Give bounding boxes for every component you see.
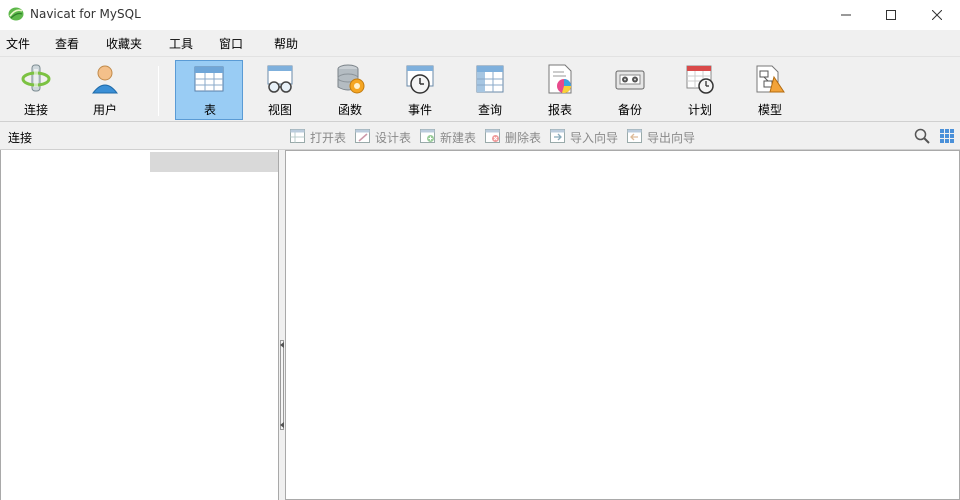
toolbar-view-button[interactable]: 视图: [246, 60, 314, 120]
event-clock-icon: [406, 65, 434, 94]
toolbar-schedule-label: 计划: [687, 103, 712, 117]
user-icon: [91, 65, 119, 94]
report-icon: [548, 64, 572, 94]
new-table-icon: [420, 129, 435, 143]
close-icon: [932, 10, 942, 20]
collapse-left-icon[interactable]: [280, 422, 284, 428]
toolbar-table-label: 表: [203, 103, 216, 117]
model-icon: [756, 65, 785, 93]
maximize-icon: [886, 10, 896, 20]
menu-bar: 文件 查看 收藏夹 工具 窗口 帮助: [0, 30, 960, 56]
open-table-icon: [290, 129, 305, 143]
toolbar-backup-button[interactable]: 备份: [596, 60, 664, 120]
connection-icon: [21, 64, 51, 92]
view-icon: [267, 65, 293, 93]
splitter-grip[interactable]: [280, 340, 284, 430]
toolbar-report-button[interactable]: 报表: [526, 60, 594, 120]
minimize-button[interactable]: [823, 0, 869, 30]
design-table-icon: [355, 129, 370, 143]
toolbar-model-button[interactable]: 模型: [736, 60, 804, 120]
title-bar: Navicat for MySQL: [0, 0, 960, 30]
search-icon[interactable]: [914, 128, 930, 144]
minimize-icon: [841, 14, 851, 16]
toolbar-view-label: 视图: [267, 103, 292, 117]
toolbar-query-label: 查询: [477, 103, 502, 117]
toolbar-connection-button[interactable]: 连接: [2, 60, 70, 120]
toolbar-model-label: 模型: [757, 103, 782, 117]
window-title: Navicat for MySQL: [30, 7, 141, 21]
menu-view[interactable]: 查看: [55, 35, 79, 52]
toolbar-function-label: 函数: [337, 103, 362, 117]
menu-window[interactable]: 窗口: [219, 35, 243, 52]
menu-favorites[interactable]: 收藏夹: [106, 35, 142, 52]
grid-view-icon[interactable]: [939, 128, 955, 144]
close-button[interactable]: [914, 0, 960, 30]
connection-tree-selection[interactable]: [150, 152, 278, 172]
export-wizard-label: 导出向导: [647, 131, 696, 145]
object-toolbar: 连接 打开表 设计表 新建表 删除表 导入向导 导出向导: [0, 122, 960, 150]
query-icon: [476, 65, 504, 93]
schedule-icon: [686, 65, 714, 94]
toolbar-backup-label: 备份: [617, 103, 642, 117]
delete-table-label: 删除表: [505, 131, 542, 145]
backup-tape-icon: [615, 70, 645, 90]
collapse-left-icon[interactable]: [280, 342, 284, 348]
menu-tools[interactable]: 工具: [169, 35, 193, 52]
connection-tree-pane[interactable]: [0, 150, 279, 500]
table-icon: [194, 66, 224, 92]
import-wizard-label: 导入向导: [570, 131, 619, 145]
toolbar-event-label: 事件: [407, 103, 432, 117]
delete-table-icon: [485, 129, 500, 143]
export-wizard-icon: [627, 129, 642, 143]
toolbar-event-button[interactable]: 事件: [386, 60, 454, 120]
toolbar-user-label: 用户: [92, 103, 117, 117]
toolbar-schedule-button[interactable]: 计划: [666, 60, 734, 120]
import-wizard-icon: [550, 129, 565, 143]
toolbar-report-label: 报表: [547, 103, 572, 117]
function-icon: [337, 64, 365, 94]
toolbar-connection-label: 连接: [23, 103, 48, 117]
menu-file[interactable]: 文件: [6, 35, 30, 52]
toolbar-user-button[interactable]: 用户: [71, 60, 139, 120]
maximize-button[interactable]: [868, 0, 914, 30]
toolbar-separator: [158, 66, 159, 116]
open-table-label: 打开表: [310, 131, 347, 145]
toolbar-function-button[interactable]: 函数: [316, 60, 384, 120]
menu-help[interactable]: 帮助: [274, 35, 298, 52]
navicat-logo-icon: [8, 7, 24, 21]
main-toolbar: 连接 用户 表 视图 函数 事件 查询 报表 备份 计划 模型: [0, 56, 960, 122]
toolbar-table-button[interactable]: 表: [175, 60, 243, 120]
toolbar-query-button[interactable]: 查询: [456, 60, 524, 120]
object-list-pane[interactable]: [285, 150, 960, 500]
new-table-label: 新建表: [440, 131, 477, 145]
design-table-label: 设计表: [375, 131, 412, 145]
connection-pane-header: 连接: [8, 131, 33, 145]
